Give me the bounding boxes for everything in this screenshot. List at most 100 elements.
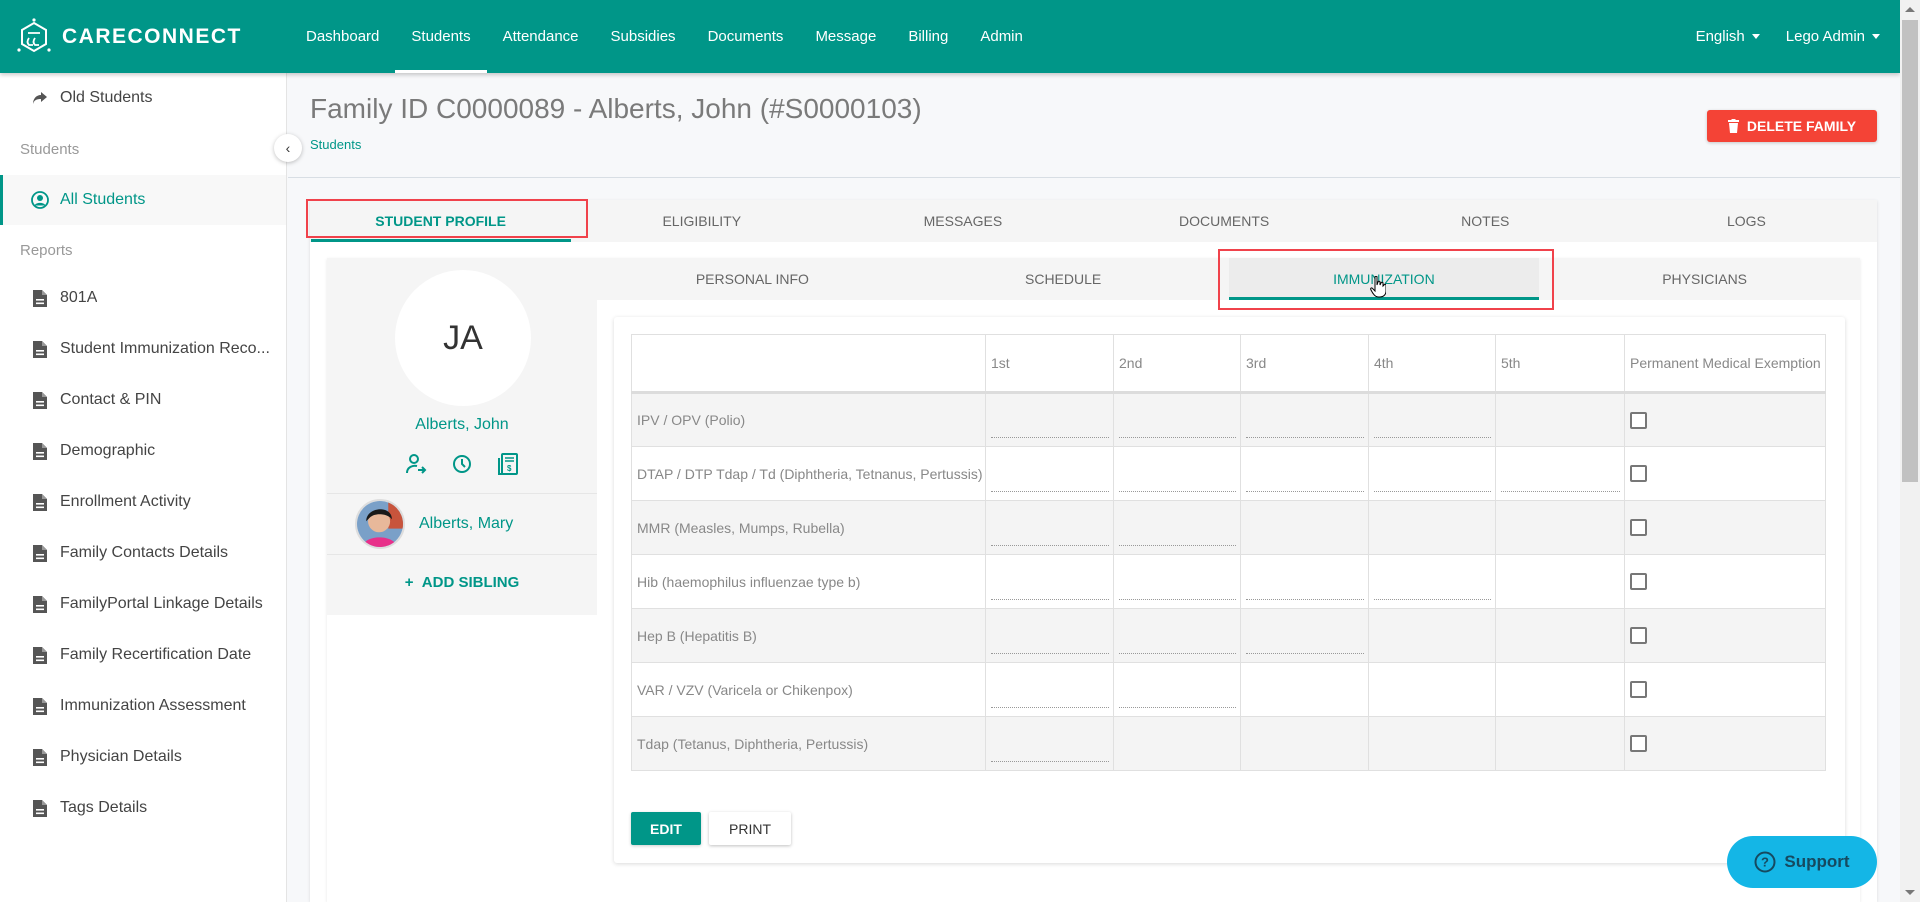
dose-date-field-1[interactable]	[991, 592, 1109, 600]
dose-date-field-4[interactable]	[1374, 484, 1491, 492]
dose-cell	[1368, 392, 1496, 447]
edit-button[interactable]: EDIT	[631, 812, 701, 845]
dose-date-field-2[interactable]	[1119, 646, 1236, 654]
sidebar-item-old-students[interactable]: Old Students	[0, 73, 286, 123]
vaccine-name: VAR / VZV (Varicela or Chikenpox)	[631, 662, 986, 717]
logo[interactable]: CARECONNECT	[14, 17, 242, 57]
student-name-link[interactable]: Alberts, John	[327, 416, 597, 434]
add-sibling-button[interactable]: + ADD SIBLING	[327, 574, 597, 591]
dose-cell	[1240, 446, 1369, 501]
dose-date-field-2[interactable]	[1119, 700, 1236, 708]
sidebar-item-report[interactable]: FamilyPortal Linkage Details	[0, 579, 286, 629]
collapse-sidebar-button[interactable]: ‹	[274, 134, 302, 162]
medical-exemption-checkbox[interactable]	[1630, 411, 1647, 429]
exemption-cell	[1624, 392, 1826, 447]
tab-schedule[interactable]: SCHEDULE	[908, 258, 1219, 300]
sidebar-item-report[interactable]: Student Immunization Reco...	[0, 324, 286, 374]
sibling-item[interactable]: Alberts, Mary	[327, 493, 597, 555]
billing-statement-icon[interactable]: $	[496, 452, 520, 476]
page-title: Family ID C0000089 - Alberts, John (#S00…	[310, 93, 922, 124]
breadcrumb-students[interactable]: Students	[310, 137, 361, 152]
tab-student-profile[interactable]: STUDENT PROFILE	[310, 200, 572, 242]
dose-date-field-1[interactable]	[991, 754, 1109, 762]
medical-exemption-checkbox[interactable]	[1630, 735, 1647, 752]
dose-date-field-4[interactable]	[1374, 592, 1491, 600]
medical-exemption-checkbox[interactable]	[1630, 681, 1647, 698]
sidebar-item-report[interactable]: Physician Details	[0, 732, 286, 782]
page-scrollbar[interactable]	[1900, 0, 1920, 902]
tab-immunization[interactable]: IMMUNIZATION	[1228, 258, 1540, 300]
medical-exemption-checkbox[interactable]	[1630, 519, 1647, 536]
dose-cell	[1240, 392, 1369, 447]
medical-exemption-checkbox[interactable]	[1630, 465, 1647, 482]
table-row: Hib (haemophilus influenzae type b)	[631, 554, 1826, 609]
sidebar-item-report[interactable]: Enrollment Activity	[0, 477, 286, 527]
scrollbar-thumb[interactable]	[1902, 20, 1918, 482]
sidebar-item-report[interactable]: Contact & PIN	[0, 375, 286, 425]
dose-date-field-1[interactable]	[991, 430, 1109, 438]
table-row: Tdap (Tetanus, Diphtheria, Pertussis)	[631, 716, 1826, 771]
support-button[interactable]: ? Support	[1727, 836, 1877, 888]
document-icon	[31, 544, 49, 562]
user-menu-dropdown[interactable]: Lego Admin	[1786, 28, 1880, 45]
nav-billing[interactable]: Billing	[892, 0, 964, 73]
nav-subsidies[interactable]: Subsidies	[595, 0, 692, 73]
dose-date-field-1[interactable]	[991, 484, 1109, 492]
sidebar-item-label: Family Recertification Date	[60, 646, 252, 663]
clock-icon[interactable]	[450, 452, 474, 476]
dose-date-field-2[interactable]	[1119, 484, 1236, 492]
tab-physicians[interactable]: PHYSICIANS	[1549, 258, 1860, 300]
scroll-down-arrow-icon[interactable]	[1905, 890, 1915, 895]
immunization-actions: EDIT PRINT	[631, 812, 791, 845]
immunization-card: 1st 2nd 3rd 4th 5th Permanent Medical Ex…	[614, 317, 1845, 863]
medical-exemption-checkbox[interactable]	[1630, 573, 1647, 590]
nav-students[interactable]: Students	[395, 0, 487, 73]
scroll-up-arrow-icon[interactable]	[1905, 7, 1915, 12]
dose-cell	[1368, 662, 1496, 717]
print-button[interactable]: PRINT	[709, 812, 791, 845]
dose-cell	[1240, 662, 1369, 717]
main-tabs: STUDENT PROFILE ELIGIBILITY MESSAGES DOC…	[310, 200, 1877, 242]
nav-message[interactable]: Message	[799, 0, 892, 73]
support-label: Support	[1784, 852, 1850, 871]
language-dropdown[interactable]: English	[1696, 28, 1760, 45]
dose-date-field-5[interactable]	[1501, 484, 1620, 492]
sidebar-item-report[interactable]: Tags Details	[0, 783, 286, 833]
tab-documents[interactable]: DOCUMENTS	[1094, 200, 1355, 242]
top-navbar: CARECONNECT Dashboard Students Attendanc…	[0, 0, 1900, 73]
sidebar-item-report[interactable]: Demographic	[0, 426, 286, 476]
dose-date-field-1[interactable]	[991, 700, 1109, 708]
tab-logs[interactable]: LOGS	[1616, 200, 1877, 242]
tab-eligibility[interactable]: ELIGIBILITY	[571, 200, 832, 242]
dose-date-field-3[interactable]	[1246, 484, 1364, 492]
dose-date-field-4[interactable]	[1374, 430, 1491, 438]
nav-attendance[interactable]: Attendance	[487, 0, 595, 73]
nav-admin[interactable]: Admin	[964, 0, 1039, 73]
dose-date-field-2[interactable]	[1119, 430, 1236, 438]
sidebar-item-all-students[interactable]: All Students	[0, 175, 286, 225]
dose-date-field-2[interactable]	[1119, 538, 1236, 546]
tab-messages[interactable]: MESSAGES	[832, 200, 1093, 242]
nav-dashboard[interactable]: Dashboard	[290, 0, 395, 73]
exemption-cell	[1624, 554, 1826, 609]
dose-date-field-3[interactable]	[1246, 592, 1364, 600]
dose-cell	[1368, 716, 1496, 771]
dose-date-field-2[interactable]	[1119, 592, 1236, 600]
delete-family-button[interactable]: DELETE FAMILY	[1707, 110, 1877, 142]
nav-documents[interactable]: Documents	[692, 0, 800, 73]
dose-date-field-3[interactable]	[1246, 646, 1364, 654]
sidebar-item-report[interactable]: Family Contacts Details	[0, 528, 286, 578]
tab-personal-info[interactable]: PERSONAL INFO	[597, 258, 908, 300]
vaccine-name: Tdap (Tetanus, Diphtheria, Pertussis)	[631, 716, 986, 771]
sidebar-item-report[interactable]: Immunization Assessment	[0, 681, 286, 731]
profile-content: JA Alberts, John $ Alberts, Mary + ADD S…	[327, 258, 1860, 902]
dose-date-field-1[interactable]	[991, 538, 1109, 546]
header-dose-2: 2nd	[1113, 334, 1241, 394]
dose-date-field-1[interactable]	[991, 646, 1109, 654]
transfer-user-icon[interactable]	[404, 452, 428, 476]
sidebar-item-report[interactable]: 801A	[0, 273, 286, 323]
medical-exemption-checkbox[interactable]	[1630, 627, 1647, 644]
dose-date-field-3[interactable]	[1246, 430, 1364, 438]
sidebar-item-report[interactable]: Family Recertification Date	[0, 630, 286, 680]
tab-notes[interactable]: NOTES	[1355, 200, 1616, 242]
